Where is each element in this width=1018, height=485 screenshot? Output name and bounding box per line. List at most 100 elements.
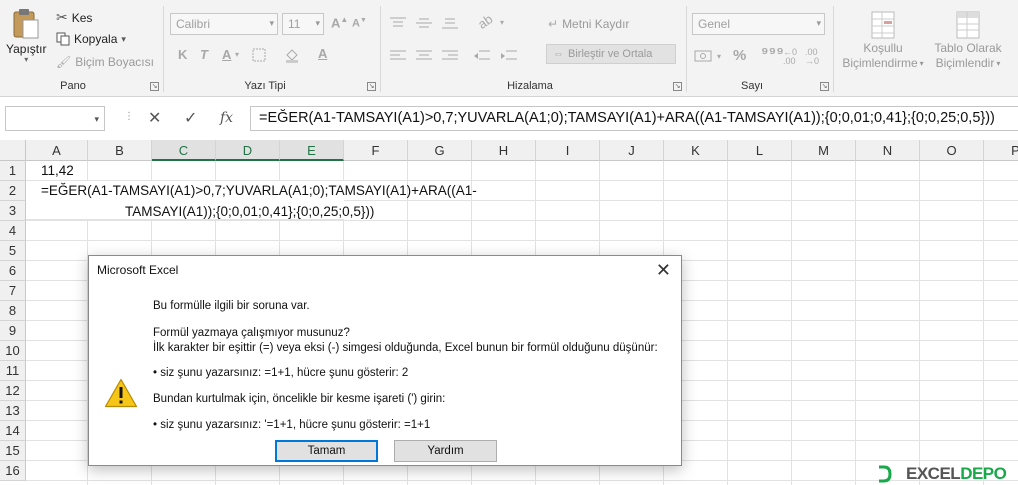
chevron-down-icon: ▾ xyxy=(717,52,722,61)
grow-font-icon[interactable]: A▲ xyxy=(331,15,348,30)
gridline xyxy=(727,161,728,485)
column-header-l[interactable]: L xyxy=(728,140,792,161)
column-header-f[interactable]: F xyxy=(344,140,408,161)
row-header-12[interactable]: 12 xyxy=(0,381,26,401)
decrease-decimal-icon[interactable]: .00 →0 xyxy=(805,48,819,66)
font-launcher-icon[interactable]: ↘ xyxy=(367,82,376,91)
wrap-text-button[interactable]: ↵ Metni Kaydır xyxy=(548,17,629,31)
row-header-11[interactable]: 11 xyxy=(0,361,26,381)
column-header-g[interactable]: G xyxy=(408,140,472,161)
row-header-6[interactable]: 6 xyxy=(0,261,26,281)
column-header-i[interactable]: I xyxy=(536,140,600,161)
orientation-icon[interactable]: ab xyxy=(475,11,495,32)
row-header-4[interactable]: 4 xyxy=(0,221,26,241)
bold-button[interactable]: K xyxy=(178,47,187,62)
font-size-dropdown[interactable]: 11 ▾ xyxy=(282,13,324,35)
copy-button[interactable]: Kopyala ▾ xyxy=(56,32,126,46)
formula-bar-grip-icon[interactable]: ⋮ xyxy=(124,111,134,122)
currency-icon[interactable] xyxy=(694,48,714,64)
conditional-formatting-button[interactable]: Koşullu Biçimlendirme ▾ xyxy=(838,10,928,70)
column-header-o[interactable]: O xyxy=(920,140,984,161)
table-icon xyxy=(956,11,980,39)
column-header-e[interactable]: E xyxy=(280,140,344,161)
clipboard-launcher-icon[interactable]: ↘ xyxy=(150,82,159,91)
row-header-8[interactable]: 8 xyxy=(0,301,26,321)
row-header-13[interactable]: 13 xyxy=(0,401,26,421)
warning-icon xyxy=(104,378,138,408)
align-bottom-icon[interactable] xyxy=(441,16,459,30)
cell-a2-line1[interactable]: =EĞER(A1-TAMSAYI(A1)>0,7;YUVARLA(A1;0);T… xyxy=(41,183,477,198)
row-header-10[interactable]: 10 xyxy=(0,341,26,361)
name-box[interactable]: ▾ xyxy=(5,106,105,131)
column-header-n[interactable]: N xyxy=(856,140,920,161)
ok-button[interactable]: Tamam xyxy=(275,440,378,462)
group-label-font: Yazı Tipi xyxy=(244,80,286,92)
conditional-formatting-label-text: Biçimlendirme xyxy=(842,56,918,70)
conditional-formatting-label-line1: Koşullu xyxy=(863,41,903,55)
row-header-2[interactable]: 2 xyxy=(0,181,26,201)
increase-decimal-icon[interactable]: ←0.00 xyxy=(783,48,797,66)
borders-icon[interactable] xyxy=(252,48,266,62)
row-header-5[interactable]: 5 xyxy=(0,241,26,261)
paste-label: Yapıştır xyxy=(6,42,47,56)
column-header-d[interactable]: D xyxy=(216,140,280,161)
row-header-3[interactable]: 3 xyxy=(0,201,26,221)
shrink-font-icon[interactable]: A▼ xyxy=(352,17,367,30)
decrease-indent-icon[interactable] xyxy=(473,49,491,63)
column-header-j[interactable]: J xyxy=(600,140,664,161)
number-format-dropdown[interactable]: Genel ▾ xyxy=(692,13,825,35)
column-header-c[interactable]: C xyxy=(152,140,216,161)
gridline xyxy=(26,220,1018,221)
column-header-k[interactable]: K xyxy=(664,140,728,161)
cell-a2-line2[interactable]: TAMSAYI(A1));{0;0,01;0,41};{0;0,25;0,5})… xyxy=(125,204,374,219)
cancel-formula-button[interactable]: ✕ xyxy=(148,108,161,128)
paste-icon xyxy=(13,9,39,39)
row-header-15[interactable]: 15 xyxy=(0,441,26,461)
chevron-down-icon: ▾ xyxy=(235,50,240,59)
watermark-text-a: EXCEL xyxy=(906,464,961,483)
dialog-title-bar[interactable]: Microsoft Excel ✕ xyxy=(89,256,681,286)
align-center-icon[interactable] xyxy=(415,49,433,63)
number-format-value: Genel xyxy=(698,17,731,31)
row-header-16[interactable]: 16 xyxy=(0,461,26,481)
number-launcher-icon[interactable]: ↘ xyxy=(820,82,829,91)
align-middle-icon[interactable] xyxy=(415,16,433,30)
font-name-dropdown[interactable]: Calibri ▾ xyxy=(170,13,278,35)
column-header-p[interactable]: P xyxy=(984,140,1018,161)
merge-center-button[interactable]: ⇔ Birleştir ve Ortala xyxy=(546,44,676,64)
increase-indent-icon[interactable] xyxy=(500,49,518,63)
format-as-table-button[interactable]: Tablo Olarak Biçimlendir ▾ xyxy=(928,10,1008,70)
column-header-a[interactable]: A xyxy=(26,140,88,161)
align-top-icon[interactable] xyxy=(389,16,407,30)
alignment-launcher-icon[interactable]: ↘ xyxy=(673,82,682,91)
underline-button[interactable]: A xyxy=(222,47,231,62)
select-all-button[interactable] xyxy=(0,140,26,161)
cell-a1[interactable]: 11,42 xyxy=(41,163,74,178)
help-button[interactable]: Yardım xyxy=(394,440,497,462)
formula-input[interactable]: =EĞER(A1-TAMSAYI(A1)>0,7;YUVARLA(A1;0);T… xyxy=(250,106,1018,131)
percent-button[interactable]: % xyxy=(733,47,746,64)
copy-label: Kopyala xyxy=(74,32,118,46)
align-left-icon[interactable] xyxy=(389,49,407,63)
fill-color-icon[interactable] xyxy=(284,47,300,63)
group-separator xyxy=(833,6,834,92)
close-icon[interactable]: ✕ xyxy=(656,260,671,280)
comma-style-icon[interactable]: ⁹⁹⁹ xyxy=(761,45,784,63)
enter-formula-button[interactable]: ✓ xyxy=(184,108,197,128)
paste-button[interactable]: Yapıştır ▾ xyxy=(6,8,46,64)
row-header-1[interactable]: 1 xyxy=(0,161,26,181)
align-right-icon[interactable] xyxy=(441,49,459,63)
row-header-9[interactable]: 9 xyxy=(0,321,26,341)
row-header-7[interactable]: 7 xyxy=(0,281,26,301)
row-header-14[interactable]: 14 xyxy=(0,421,26,441)
column-header-m[interactable]: M xyxy=(792,140,856,161)
column-header-b[interactable]: B xyxy=(88,140,152,161)
cut-button[interactable]: ✂ Kes xyxy=(56,9,92,26)
conditional-formatting-label-line2: Biçimlendirme ▾ xyxy=(842,56,923,70)
column-header-h[interactable]: H xyxy=(472,140,536,161)
format-painter-button[interactable]: 🖌 Biçim Boyacısı xyxy=(56,55,154,69)
gridline xyxy=(791,161,792,485)
insert-function-button[interactable]: fx xyxy=(220,110,233,126)
font-color-icon[interactable]: A xyxy=(318,46,327,61)
italic-button[interactable]: T xyxy=(200,47,208,62)
